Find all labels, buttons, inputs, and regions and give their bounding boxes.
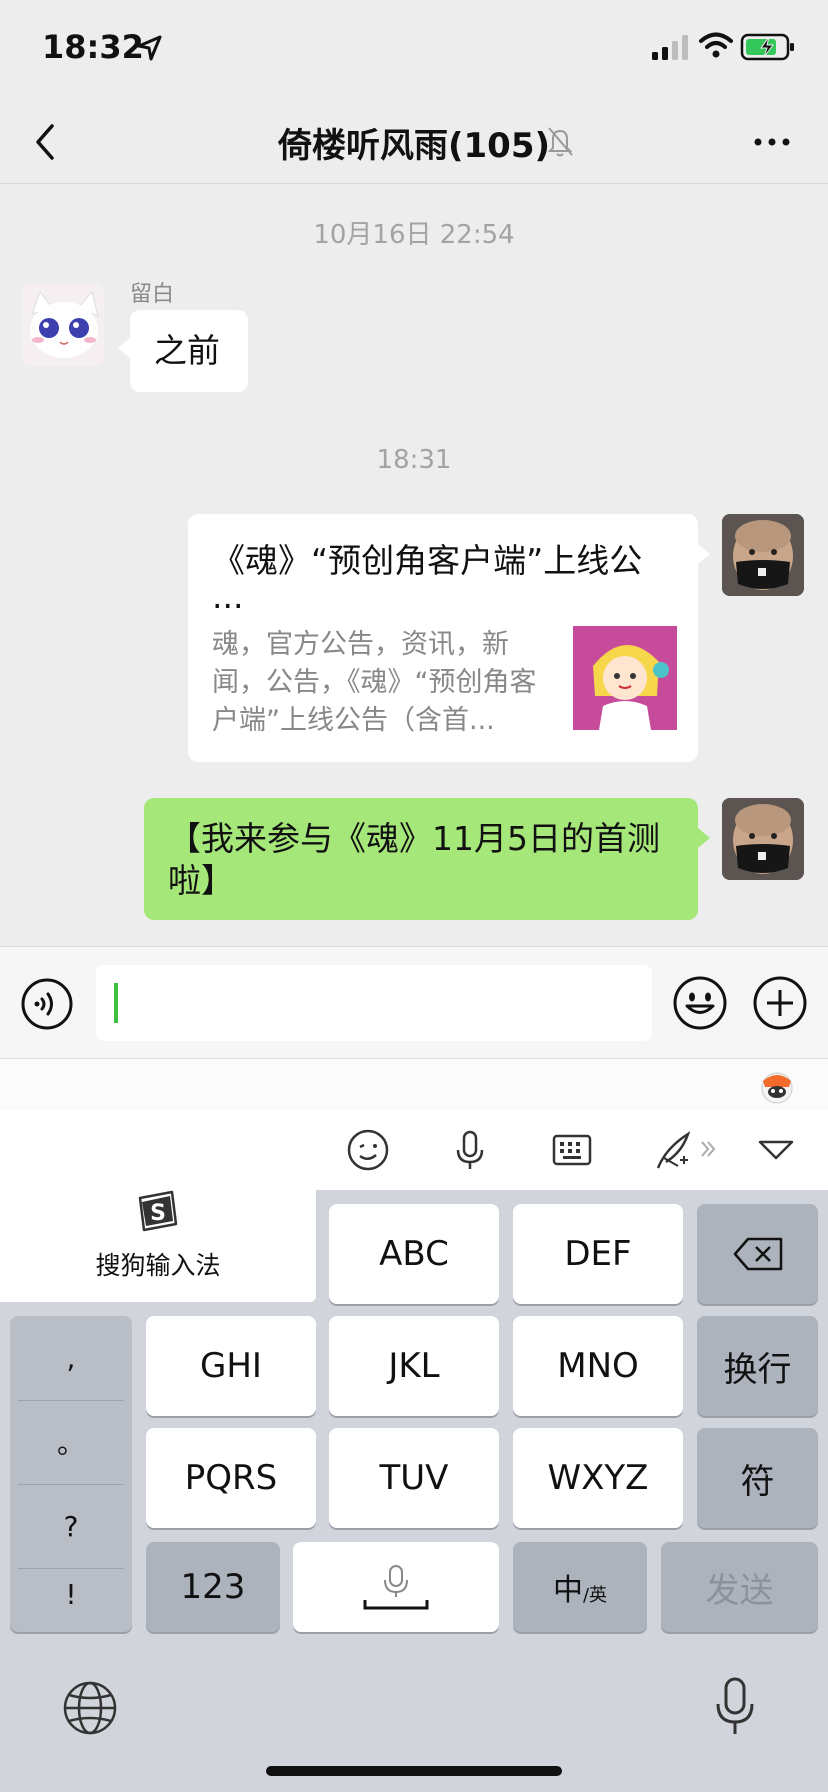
handwriting-quill-icon[interactable] — [652, 1128, 722, 1172]
sender-name: 留白 — [130, 282, 175, 307]
bubble-tail — [698, 828, 710, 848]
key-punct-comma[interactable]: , — [16, 1316, 126, 1400]
message-timestamp: 18:31 — [376, 445, 452, 475]
dictation-mic-icon[interactable] — [712, 1676, 758, 1738]
keyboard-toolbar — [0, 1110, 828, 1190]
link-card[interactable]: 《魂》“预创角客户端”上线公 ... 魂，官方公告，资讯，新闻，公告，《魂》“预… — [188, 514, 710, 762]
backspace-icon — [733, 1237, 782, 1271]
home-indicator[interactable] — [266, 1766, 562, 1776]
link-card-description: 魂，官方公告，资讯，新闻，公告，《魂》“预创角客户端”上线公告（含首... — [212, 629, 537, 736]
collapse-keyboard-icon[interactable] — [754, 1128, 798, 1172]
key-jkl[interactable]: JKL — [329, 1316, 499, 1416]
sogou-mascot-icon[interactable] — [758, 1067, 796, 1105]
link-card-thumbnail — [573, 626, 677, 730]
ime-brand-name: 搜狗输入法 — [95, 1251, 221, 1280]
message-text: 【我来参与《魂》11月5日的首测啦】 — [168, 819, 660, 900]
keyboard: S 搜狗输入法 ABC DEF , 。 ? ! GHI JKL MNO 换行 P… — [0, 1110, 828, 1792]
key-tuv[interactable]: TUV — [329, 1428, 499, 1528]
voice-input-icon[interactable] — [20, 977, 74, 1031]
message-input[interactable] — [96, 965, 652, 1041]
avatar[interactable] — [722, 798, 804, 880]
input-bar — [0, 946, 828, 1058]
bubble-tail — [118, 338, 130, 358]
battery-charging-icon — [740, 33, 794, 61]
ime-brand-panel: S 搜狗输入法 — [0, 1190, 316, 1302]
status-time: 18:32 — [42, 28, 144, 66]
cat-avatar-icon — [22, 284, 104, 366]
cellular-signal-icon — [652, 35, 688, 60]
status-bar: 18:32 — [0, 0, 828, 100]
lang-sub-label: /英 — [582, 1585, 608, 1606]
key-newline[interactable]: 换行 — [697, 1316, 818, 1416]
message-bubble[interactable]: 【我来参与《魂》11月5日的首测啦】 — [144, 798, 710, 920]
key-mno[interactable]: MNO — [513, 1316, 683, 1416]
nav-bar: 倚楼听风雨(105) — [0, 100, 828, 184]
wifi-icon — [699, 32, 733, 58]
more-options-icon[interactable] — [750, 124, 794, 160]
location-arrow-icon — [137, 35, 162, 61]
punctuation-column: , 。 ? ! — [10, 1316, 132, 1632]
key-symbols[interactable]: 符 — [697, 1428, 818, 1528]
plus-icon[interactable] — [752, 975, 808, 1031]
key-backspace[interactable] — [697, 1204, 818, 1304]
link-card-title: 《魂》“预创角客户端”上线公 — [212, 541, 643, 580]
key-ghi[interactable]: GHI — [146, 1316, 316, 1416]
key-lang-switch[interactable]: 中 /英 — [513, 1542, 647, 1632]
sogou-logo-icon: S — [138, 1190, 178, 1232]
key-punct-exclaim[interactable]: ! — [16, 1552, 126, 1636]
emoji-face-icon[interactable] — [346, 1128, 390, 1172]
avatar[interactable] — [722, 514, 804, 596]
chat-title: 倚楼听风雨(105) — [277, 126, 551, 166]
bubble-tail — [698, 544, 710, 564]
emoji-icon[interactable] — [672, 975, 728, 1031]
avatar[interactable] — [22, 284, 104, 366]
key-def[interactable]: DEF — [513, 1204, 683, 1304]
key-numbers[interactable]: 123 — [146, 1542, 280, 1632]
keyboard-candidate-strip — [0, 1058, 828, 1110]
message-text: 之前 — [154, 331, 220, 370]
key-punct-period[interactable]: 。 — [16, 1400, 126, 1484]
message-bubble[interactable]: 之前 — [118, 310, 248, 392]
message-timestamp: 10月16日 22:54 — [313, 220, 515, 250]
anime-character-icon — [573, 626, 677, 730]
svg-text:S: S — [150, 1201, 166, 1226]
space-mic-icon — [363, 1565, 429, 1610]
child-avatar-icon — [722, 798, 804, 880]
key-abc[interactable]: ABC — [329, 1204, 499, 1304]
lang-main-label: 中 — [552, 1573, 583, 1608]
key-send[interactable]: 发送 — [661, 1542, 818, 1632]
microphone-icon[interactable] — [448, 1128, 492, 1172]
child-avatar-icon — [722, 514, 804, 596]
globe-icon[interactable] — [62, 1680, 118, 1736]
keyboard-icon[interactable] — [550, 1128, 594, 1172]
key-wxyz[interactable]: WXYZ — [513, 1428, 683, 1528]
key-space[interactable] — [293, 1542, 499, 1632]
link-card-title-ellipsis: ... — [212, 577, 244, 616]
muted-bell-icon — [547, 127, 573, 157]
key-pqrs[interactable]: PQRS — [146, 1428, 316, 1528]
text-cursor — [114, 983, 118, 1023]
